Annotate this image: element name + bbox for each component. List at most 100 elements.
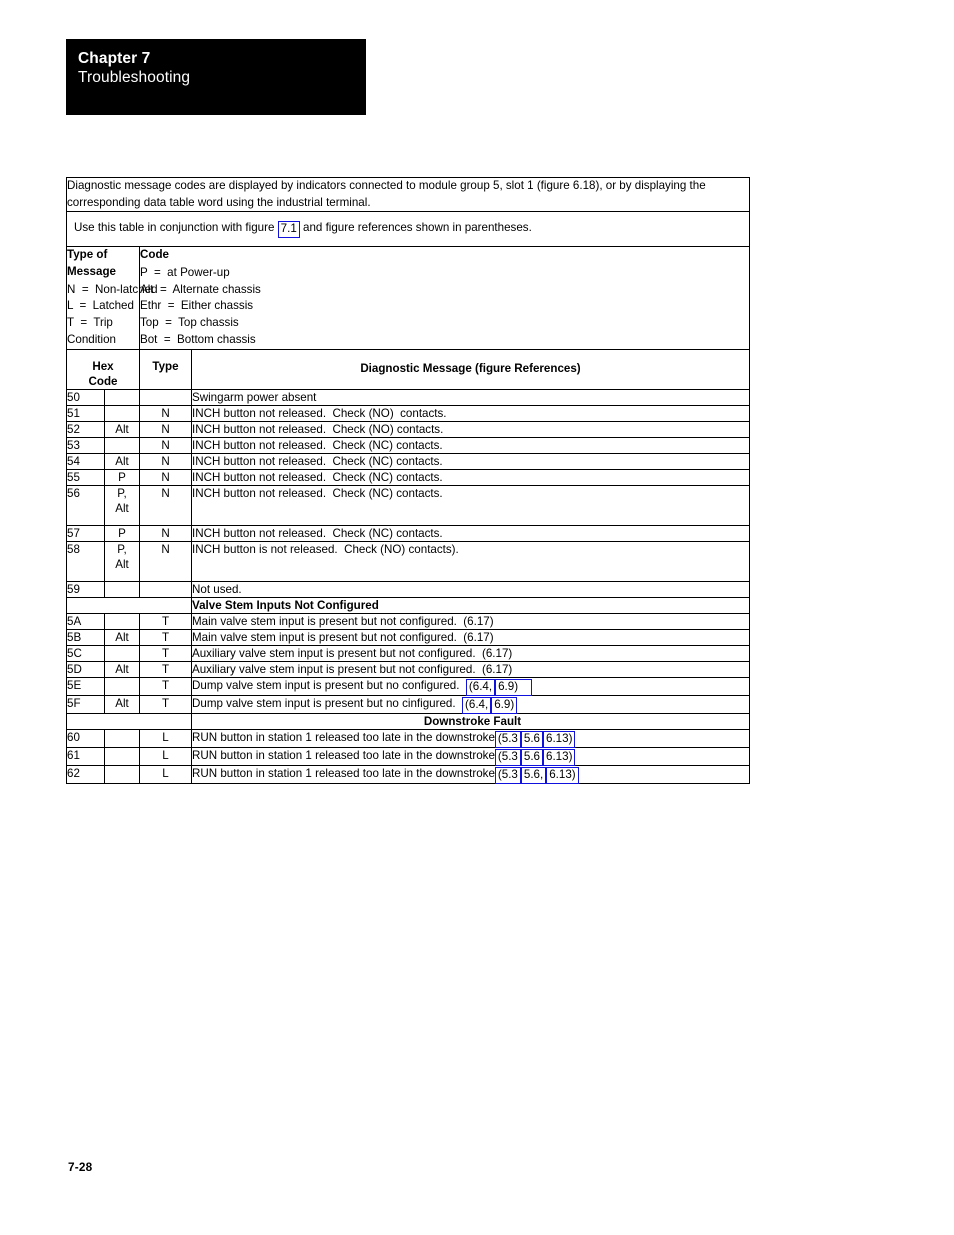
cell-hex-code: 52 xyxy=(66,420,105,438)
cell-type xyxy=(139,388,192,406)
cell-type: T xyxy=(139,644,192,662)
cell-diagnostic-message: Not used. xyxy=(191,580,750,598)
figure-reference-link[interactable]: 5.6 xyxy=(520,748,544,766)
cell-diagnostic-message: INCH button not released. Check (NO) con… xyxy=(191,420,750,438)
figure-reference-link[interactable]: (5.3 xyxy=(494,748,521,766)
cell-hex-code: 5E xyxy=(66,676,105,696)
table-row: 5A T Main valve stem input is present but … xyxy=(66,612,750,630)
message-text: INCH button not released. Check (NC) con… xyxy=(192,486,443,500)
message-text: Main valve stem input is present but not… xyxy=(192,614,494,628)
section-title: Downstroke Fault xyxy=(191,712,750,730)
cell-diagnostic-message: Auxiliary valve stem input is present bu… xyxy=(191,644,750,662)
figure-reference-link[interactable]: 5.6, xyxy=(520,766,547,784)
cell-diagnostic-message: Auxiliary valve stem input is present bu… xyxy=(191,660,750,678)
cell-diagnostic-message: INCH button not released. Check (NC) con… xyxy=(191,436,750,454)
cell-hex-code: 60 xyxy=(66,728,105,748)
message-text: INCH button not released. Check (NC) con… xyxy=(192,438,443,452)
legend-code-line: Top = Top chassis xyxy=(140,316,239,330)
table-row: 52 Alt N INCH button not released. Check (N… xyxy=(66,420,750,438)
table-row: 54 Alt N INCH button not released. Check (N… xyxy=(66,452,750,470)
cell-hex-code: 5B xyxy=(66,628,105,646)
message-text: INCH button not released. Check (NC) con… xyxy=(192,470,443,484)
message-text: RUN button in station 1 released too lat… xyxy=(192,766,495,780)
figure-reference-link[interactable]: 6.13) xyxy=(546,766,579,784)
cell-type: L xyxy=(139,764,192,784)
figure-reference-link[interactable]: 6.13) xyxy=(543,748,576,766)
cell-hex-code: 5D xyxy=(66,660,105,678)
cell-hex-code: 57 xyxy=(66,524,105,542)
message-text: Dump valve stem input is present but no … xyxy=(192,678,466,692)
cell-diagnostic-message: RUN button in station 1 released too lat… xyxy=(191,728,750,748)
cell-type: N xyxy=(139,468,192,486)
cell-type: N xyxy=(139,524,192,542)
cell-code-modifier: P, Alt xyxy=(104,540,140,582)
cell-diagnostic-message: Main valve stem input is present but not… xyxy=(191,628,750,646)
legend-type-title: Type of Message xyxy=(67,248,116,278)
message-text: INCH button is not released. Check (NO) … xyxy=(192,542,459,556)
figure-reference-link[interactable]: 5.6 xyxy=(520,730,544,748)
cell-type: L xyxy=(139,728,192,748)
table-row: 50 Swingarm power absent xyxy=(66,388,750,406)
figure-reference-link[interactable]: (6.4, xyxy=(462,696,492,714)
cell-type: L xyxy=(139,746,192,766)
table-section-row: Valve Stem Inputs Not Configured xyxy=(66,596,750,614)
table-row: 5B Alt T Main valve stem input is present b… xyxy=(66,628,750,646)
diagnostic-message-table: Diagnostic message codes are displayed b… xyxy=(66,177,750,784)
cell-type: T xyxy=(139,694,192,714)
chapter-title: Troubleshooting xyxy=(78,69,191,86)
table-row: 61 L RUN button in station 1 released too … xyxy=(66,746,750,766)
table-row: 55 P N INCH button not released. Check (NC)… xyxy=(66,468,750,486)
cell-code-modifier: P, Alt xyxy=(104,484,140,526)
intro-row-2: Use this table in conjunction with figur… xyxy=(66,211,750,247)
cell-code-modifier xyxy=(104,612,140,630)
table-section-row: Downstroke Fault xyxy=(66,712,750,730)
figure-reference-link[interactable]: (5.3 xyxy=(494,730,521,748)
cell-hex-code: 59 xyxy=(66,580,105,598)
figure-reference-link[interactable]: (5.3 xyxy=(494,766,521,784)
figure-7-1-link[interactable]: 7.1 xyxy=(277,221,300,238)
cell-diagnostic-message: INCH button not released. Check (NO) con… xyxy=(191,404,750,422)
message-text: Not used. xyxy=(192,582,242,596)
cell-type: T xyxy=(139,676,192,696)
message-text: INCH button not released. Check (NC) con… xyxy=(192,454,443,468)
cell-code-modifier: Alt xyxy=(104,452,140,470)
column-header-type: Type xyxy=(139,348,192,390)
cell-diagnostic-message: Dump valve stem input is present but no … xyxy=(191,676,750,696)
cell-diagnostic-message: INCH button not released. Check (NC) con… xyxy=(191,452,750,470)
cell-code-modifier: Alt xyxy=(104,660,140,678)
figure-reference-link[interactable]: 6.9) xyxy=(491,696,518,714)
cell-hex-code: 51 xyxy=(66,404,105,422)
cell-type: T xyxy=(139,628,192,646)
figure-reference-link[interactable]: (6.4, xyxy=(465,678,496,696)
column-header-message: Diagnostic Message (figure References) xyxy=(191,348,750,390)
cell-code-modifier: Alt xyxy=(104,420,140,438)
cell-hex-code: 5F xyxy=(66,694,105,714)
cell-type: N xyxy=(139,540,192,582)
table-row: 5F Alt T Dump valve stem input is present b… xyxy=(66,694,750,714)
cell-type: T xyxy=(139,660,192,678)
cell-code-modifier xyxy=(104,580,140,598)
cell-hex-code: 5A xyxy=(66,612,105,630)
intro-paragraph-2-after: and figure references shown in parenthes… xyxy=(299,221,532,234)
cell-hex-code: 50 xyxy=(66,388,105,406)
legend-code-line: Alt = Alternate chassis xyxy=(140,282,261,296)
cell-code-modifier xyxy=(104,388,140,406)
message-text: INCH button not released. Check (NC) con… xyxy=(192,526,443,540)
cell-type: N xyxy=(139,436,192,454)
legend-type-line: L = Latched xyxy=(67,299,134,313)
legend-code-line: P = at Power-up xyxy=(140,265,230,279)
cell-type: N xyxy=(139,484,192,526)
legend-type-of-message: Type of Message N = Non-latched L = Latc… xyxy=(66,246,158,350)
legend-code-line: Bot = Bottom chassis xyxy=(140,332,256,346)
legend-code-title: Code xyxy=(140,248,169,261)
figure-reference-link[interactable]: 6.13) xyxy=(543,730,576,748)
figure-reference-link[interactable]: 6.9) xyxy=(495,678,533,696)
table-row: 59 Not used. xyxy=(66,580,750,598)
cell-hex-code: 62 xyxy=(66,764,105,784)
intro-row-1: Diagnostic message codes are displayed b… xyxy=(66,177,750,212)
message-text: RUN button in station 1 released too lat… xyxy=(192,748,495,762)
cell-code-modifier xyxy=(104,746,140,766)
table-row: 53 N INCH button not released. Check (NC) … xyxy=(66,436,750,454)
table-row: 60 L RUN button in station 1 released too … xyxy=(66,728,750,748)
cell-diagnostic-message: INCH button is not released. Check (NO) … xyxy=(191,540,750,582)
